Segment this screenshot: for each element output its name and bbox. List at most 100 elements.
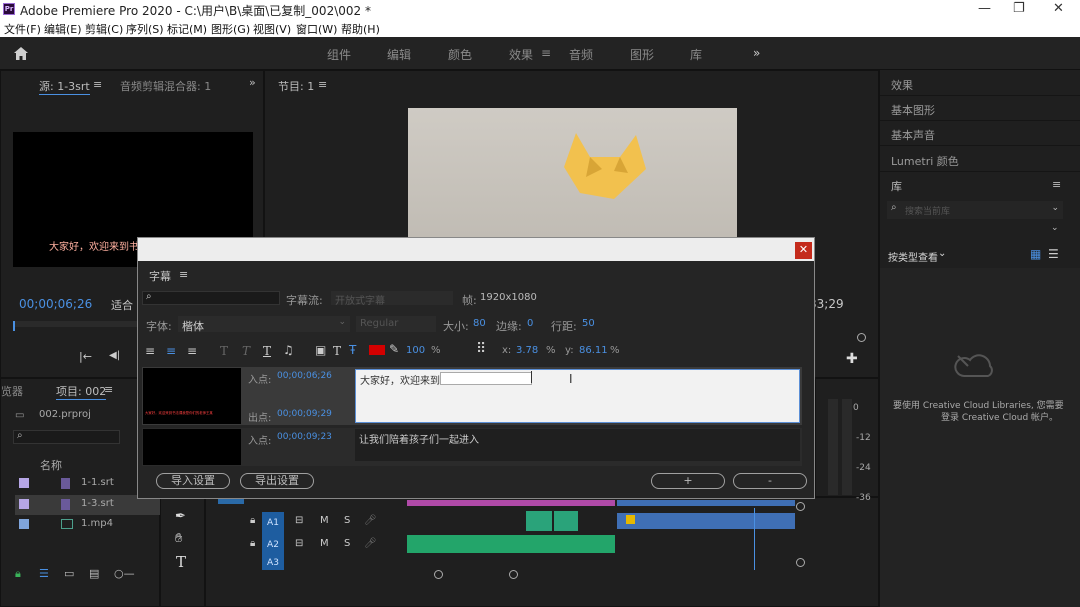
effects-panel-header[interactable]: 效果 [891, 77, 913, 93]
font-style-dropdown[interactable]: Regular [356, 316, 436, 332]
remove-caption-button[interactable]: - [733, 473, 807, 489]
align-left-icon[interactable]: ≡ [145, 344, 155, 358]
x-value[interactable]: 3.78 [516, 345, 538, 356]
mute-button[interactable]: M [320, 538, 329, 549]
sync-lock-icon[interactable]: ⊟ [295, 538, 303, 549]
menu-sequence[interactable]: 序列(S) [126, 21, 164, 37]
track-label-a3[interactable]: A3 [262, 556, 284, 570]
essential-graphics-header[interactable]: 基本图形 [891, 102, 935, 118]
list-view-icon[interactable]: ☰ [39, 567, 49, 580]
audio-clip[interactable] [526, 511, 552, 531]
text-color-icon[interactable]: T [333, 344, 341, 358]
voice-over-icon[interactable]: 🎤︎ [364, 515, 377, 526]
sync-lock-icon[interactable]: ⊟ [295, 515, 303, 526]
track-label-a1[interactable]: A1 [262, 512, 284, 534]
align-right-icon[interactable]: ≡ [187, 344, 197, 358]
freeform-view-icon[interactable]: ▤ [89, 567, 99, 580]
menu-view[interactable]: 视图(V) [253, 21, 291, 37]
menu-marker[interactable]: 标记(M) [167, 21, 207, 37]
lock-track-icon[interactable]: 🔒︎ [250, 538, 255, 549]
menu-help[interactable]: 帮助(H) [341, 21, 380, 37]
bold-icon[interactable]: T [220, 344, 228, 358]
icon-view-icon[interactable]: ▭ [64, 567, 74, 580]
add-caption-button[interactable]: + [651, 473, 725, 489]
timeline-zoom-handle-left[interactable] [434, 570, 443, 579]
caption-track-clip[interactable] [407, 500, 615, 506]
edge-color-icon[interactable]: Ŧ [349, 343, 356, 357]
home-icon[interactable] [13, 46, 29, 61]
project-item[interactable]: 1.mp4 [15, 515, 161, 535]
music-note-icon[interactable]: ♫ [283, 343, 294, 357]
caption-row-selected[interactable]: 大家好，欢迎来到书法课我是你们的老师王某 入点: 00;00;06;26 出点:… [142, 367, 802, 425]
close-dialog-button[interactable]: ✕ [795, 242, 812, 259]
library-search-input[interactable]: ⌕ 搜索当前库 ⌄ [887, 201, 1063, 219]
caption-search-input[interactable]: ⌕ [142, 291, 280, 305]
program-tab-menu-icon[interactable]: ≡ [318, 78, 327, 91]
timeline-zoom-handle-right[interactable] [509, 570, 518, 579]
lock-track-icon[interactable]: 🔒︎ [250, 515, 255, 526]
grid-view-icon[interactable]: ▦ [1030, 247, 1041, 261]
caption-row[interactable]: 入点: 00;00;09;23 让我们陪着孩子们一起进入 [142, 428, 802, 466]
more-workspaces-icon[interactable]: » [753, 46, 760, 60]
lock-icon[interactable]: 🔒︎ [15, 567, 21, 581]
zoom-slider-icon[interactable]: ○— [114, 567, 135, 580]
view-by-type-dropdown[interactable]: 按类型查看 [888, 249, 938, 264]
tab-editing[interactable]: 编辑 [387, 46, 411, 63]
line-spacing-value[interactable]: 50 [582, 318, 595, 329]
tab-color[interactable]: 颜色 [448, 46, 472, 63]
export-settings-button[interactable]: 导出设置 [240, 473, 314, 489]
essential-sound-header[interactable]: 基本声音 [891, 127, 935, 143]
name-column-header[interactable]: 名称 [40, 457, 62, 473]
source-playhead[interactable] [13, 321, 15, 331]
size-value[interactable]: 80 [473, 318, 486, 329]
browser-tab[interactable]: 览器 [1, 383, 23, 399]
y-value[interactable]: 86.11 [579, 345, 608, 356]
program-zoom-handle[interactable] [857, 333, 866, 342]
out-point-value[interactable]: 00;00;09;29 [277, 409, 332, 419]
pen-tool-icon[interactable]: ✒ [175, 509, 186, 524]
voice-over-icon[interactable]: 🎤︎ [364, 538, 377, 549]
position-grid-icon[interactable]: ⠿ [476, 341, 486, 357]
chevron-down-icon[interactable]: ⌄ [938, 248, 946, 259]
tab-assembly[interactable]: 组件 [327, 46, 351, 63]
source-tab-menu-icon[interactable]: ≡ [93, 78, 102, 91]
solo-button[interactable]: S [344, 515, 350, 526]
menu-edit[interactable]: 编辑(E) [44, 21, 82, 37]
audio-clip[interactable] [617, 513, 795, 529]
audio-clip[interactable] [407, 535, 615, 553]
italic-icon[interactable]: T [242, 344, 250, 358]
tab-graphics[interactable]: 图形 [630, 46, 654, 63]
edge-value[interactable]: 0 [527, 318, 533, 329]
chevron-down-icon[interactable]: ⌄ [1051, 223, 1059, 233]
opacity-value[interactable]: 100 [406, 345, 425, 356]
libraries-menu-icon[interactable]: ≡ [1052, 178, 1061, 191]
libraries-header[interactable]: 库 [891, 178, 902, 194]
hand-tool-icon[interactable]: ✋︎ [175, 531, 182, 546]
eyedropper-icon[interactable]: ✎ [389, 342, 399, 356]
step-back-icon[interactable]: ◀| [109, 350, 120, 361]
in-point-value[interactable]: 00;00;09;23 [277, 432, 332, 442]
project-tab-menu-icon[interactable]: ≡ [104, 383, 113, 396]
track-scroll-handle[interactable] [796, 558, 805, 567]
minimize-button[interactable]: — [978, 1, 991, 16]
track-label-a2[interactable]: A2 [262, 534, 284, 556]
font-dropdown[interactable]: 楷体 ⌄ [178, 316, 350, 333]
color-swatch[interactable] [369, 345, 385, 355]
source-timecode[interactable]: 00;00;06;26 [19, 297, 92, 311]
panel-overflow-icon[interactable]: » [249, 76, 256, 89]
audio-clip[interactable] [554, 511, 578, 531]
timeline-playhead[interactable] [754, 508, 755, 570]
source-scrub-bar[interactable] [13, 321, 137, 327]
in-point-value[interactable]: 00;00;06;26 [277, 371, 332, 381]
mute-button[interactable]: M [320, 515, 329, 526]
caption-text-editor[interactable]: 大家好，欢迎来到 I [355, 369, 800, 423]
type-tool-icon[interactable]: T [176, 553, 186, 571]
caption-text-field[interactable]: 让我们陪着孩子们一起进入 [355, 429, 800, 461]
tab-effects-menu-icon[interactable]: ≡ [541, 46, 551, 60]
program-tab[interactable]: 节目: 1 [278, 78, 314, 94]
menu-file[interactable]: 文件(F) [4, 21, 41, 37]
source-tab[interactable]: 源: 1-3srt [39, 78, 90, 95]
import-settings-button[interactable]: 导入设置 [156, 473, 230, 489]
add-button-icon[interactable]: ✚ [846, 351, 858, 367]
captions-panel-menu-icon[interactable]: ≡ [179, 268, 188, 281]
